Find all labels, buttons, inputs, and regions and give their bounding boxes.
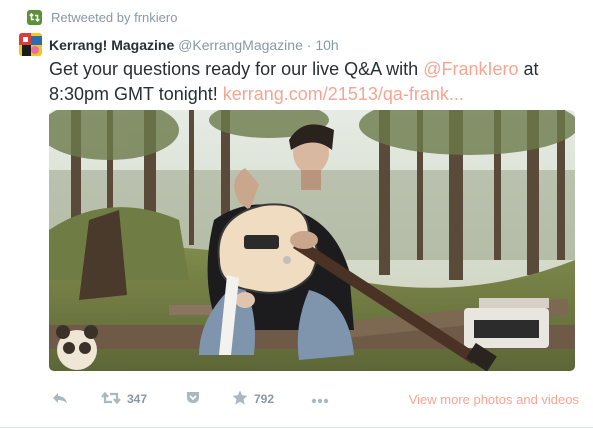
media-photo[interactable] bbox=[49, 110, 575, 371]
tweet-text-lead: Get your questions ready for our live Q&… bbox=[49, 59, 424, 79]
photo-thumbnail bbox=[49, 110, 575, 371]
mention-link[interactable]: @FrankIero bbox=[423, 59, 518, 79]
star-icon bbox=[232, 390, 248, 408]
reply-icon bbox=[52, 391, 68, 408]
more-dots-icon bbox=[311, 392, 329, 407]
favorite-button[interactable]: 792 bbox=[232, 388, 274, 410]
retweet-icon bbox=[101, 391, 121, 408]
retweet-icon bbox=[27, 9, 42, 25]
retweeter-link[interactable]: Retweeted by frnkiero bbox=[51, 10, 177, 25]
pocket-icon bbox=[186, 391, 200, 407]
retweet-context: Retweeted by frnkiero bbox=[27, 8, 177, 26]
tweet[interactable]: Retweeted by frnkiero Kerrang! Magazine … bbox=[0, 0, 593, 428]
view-more-photos-link[interactable]: View more photos and videos bbox=[409, 388, 579, 410]
tweet-header: Kerrang! Magazine @KerrangMagazine · 10h bbox=[49, 36, 339, 54]
tweet-timestamp[interactable]: 10h bbox=[315, 37, 338, 53]
favorite-count: 792 bbox=[254, 392, 275, 406]
tweet-text: Get your questions ready for our live Q&… bbox=[49, 57, 579, 107]
author-handle[interactable]: @KerrangMagazine bbox=[178, 37, 303, 53]
retweet-button[interactable]: 347 bbox=[101, 388, 147, 410]
retweet-count: 347 bbox=[127, 392, 148, 406]
author-name[interactable]: Kerrang! Magazine bbox=[49, 37, 174, 53]
more-button[interactable] bbox=[311, 388, 329, 410]
meta-separator: · bbox=[306, 37, 312, 53]
reply-button[interactable] bbox=[52, 388, 68, 410]
url-link[interactable]: kerrang.com/21513/qa-frank... bbox=[223, 84, 464, 104]
pocket-button[interactable] bbox=[186, 388, 200, 410]
tweet-actions: 347 792 View more photos and videos bbox=[49, 388, 579, 410]
avatar[interactable] bbox=[19, 33, 42, 56]
